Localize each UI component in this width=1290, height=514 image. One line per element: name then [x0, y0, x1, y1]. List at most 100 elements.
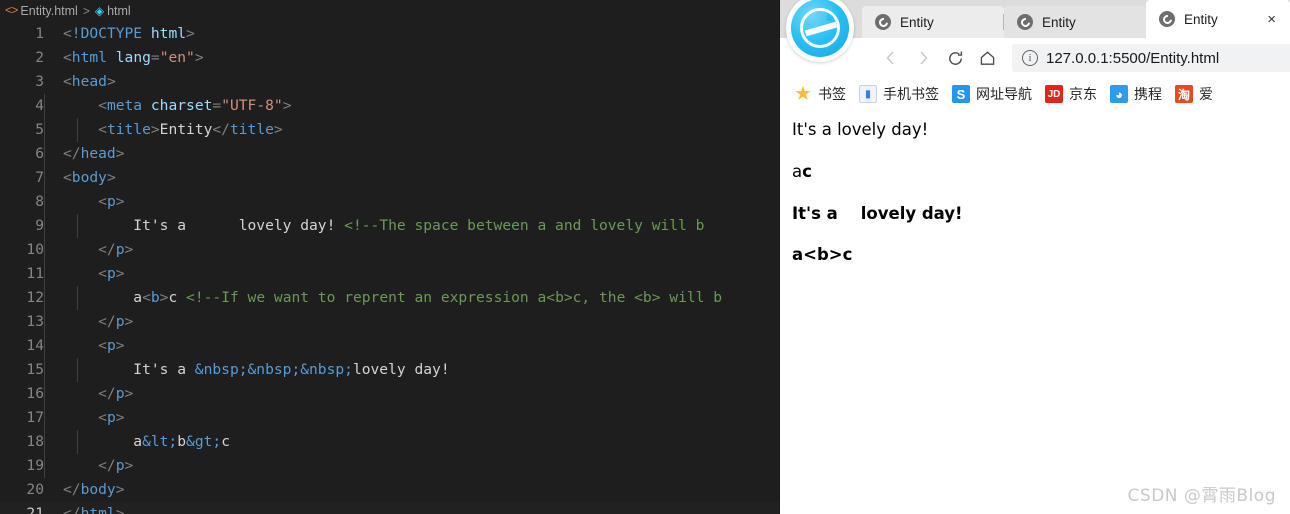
code-token: p [106, 265, 116, 282]
close-icon[interactable]: × [1265, 12, 1278, 27]
code-text: </p> [44, 382, 133, 406]
code-token: </ [63, 145, 81, 162]
tab-favicon-icon [1017, 14, 1034, 30]
code-text: <!DOCTYPE html> [44, 22, 195, 46]
code-token: > [115, 481, 125, 498]
code-token: lovely day! [352, 361, 450, 378]
browser-logo-icon [791, 0, 849, 57]
code-token: <!--The space between a and lovely will … [344, 217, 705, 234]
code-token: < [63, 409, 107, 426]
line-number: 10 [26, 241, 44, 258]
back-button[interactable] [876, 43, 906, 73]
code-token: html [150, 25, 187, 42]
phone-bookmark-icon: ▮ [859, 85, 877, 103]
browser-tab-3-active[interactable]: Entity × [1146, 0, 1290, 38]
code-token: head [71, 73, 107, 90]
breadcrumb-symbol[interactable]: html [107, 4, 131, 18]
bookmark-item[interactable]: S 网址导航 [952, 84, 1038, 104]
code-token: c [168, 289, 187, 306]
code-token: html [80, 505, 116, 514]
browser-tab-2[interactable]: Entity [1004, 6, 1147, 38]
code-text: It's a lovely day! <!--The space between… [44, 214, 704, 238]
home-button[interactable] [972, 43, 1002, 73]
code-token: p [115, 241, 125, 258]
code-token: p [106, 409, 116, 426]
code-text: <meta charset="UTF-8"> [44, 94, 292, 118]
browser-navigation-bar: i 127.0.0.1:5500/Entity.html [780, 38, 1290, 78]
page-paragraph-4: a<b>c [792, 245, 853, 265]
line-number: 4 [35, 97, 44, 114]
bookmark-label: 爱 [1199, 87, 1213, 103]
tab-favicon-icon [875, 14, 891, 30]
code-token: It's a [63, 361, 195, 378]
star-icon: ★ [795, 84, 811, 103]
bookmark-item[interactable]: JD 京东 [1045, 84, 1103, 104]
code-token: > [115, 193, 125, 210]
line-number: 2 [35, 49, 44, 66]
code-text: <p> [44, 406, 125, 430]
bookmark-label: 京东 [1069, 87, 1097, 103]
code-token: <!--If we want to reprent an expression … [186, 289, 723, 306]
code-text: </html> [44, 502, 125, 514]
code-token: = [150, 49, 160, 66]
page-paragraph-1: It's a lovely day! [792, 120, 929, 139]
para2-plain: a [792, 161, 803, 181]
code-token: body [80, 481, 116, 498]
code-token: < [63, 73, 72, 90]
code-token: > [186, 25, 195, 42]
bookmark-label: 手机书签 [883, 87, 939, 103]
code-token: title [106, 121, 151, 138]
code-token: < [63, 169, 72, 186]
taobao-icon: 淘 [1175, 85, 1193, 103]
rendered-page-content: It's a lovely day! ac It's a lovely day!… [780, 110, 1290, 514]
ctrip-icon: ◕ [1110, 85, 1128, 103]
code-token: < [63, 337, 107, 354]
code-token: p [106, 193, 116, 210]
address-bar[interactable]: i 127.0.0.1:5500/Entity.html [1012, 44, 1290, 72]
code-text: a&lt;b&gt;c [44, 430, 230, 454]
code-token: b [177, 433, 187, 450]
browser-window: Entity Entity Entity × i 127.0.0.1:5500/… [780, 0, 1290, 514]
line-number: 11 [26, 265, 44, 282]
code-token: > [124, 313, 134, 330]
code-token: < [63, 25, 72, 42]
code-token: a [63, 289, 143, 306]
line-number: 15 [26, 361, 44, 378]
breadcrumb-separator: > [82, 4, 90, 18]
line-number: 6 [35, 145, 44, 162]
line-number: 14 [26, 337, 44, 354]
page-paragraph-2: ac [792, 162, 1274, 182]
jd-icon: JD [1045, 85, 1063, 103]
code-token: > [150, 121, 160, 138]
code-token: </ [63, 241, 116, 258]
code-token: > [115, 337, 125, 354]
html-file-icon: <> [5, 4, 18, 18]
bookmark-item[interactable]: ★ 书签 [794, 84, 852, 104]
bookmark-item[interactable]: ◕ 携程 [1110, 84, 1168, 104]
code-token: !DOCTYPE [71, 25, 143, 42]
bookmarks-bar: ★ 书签 ▮ 手机书签 S 网址导航 JD 京东 ◕ 携程淘爱 [780, 78, 1290, 110]
line-number: 19 [26, 457, 44, 474]
site-info-icon[interactable]: i [1022, 50, 1038, 66]
reload-button[interactable] [940, 43, 970, 73]
page-paragraph-3: It's a lovely day! [792, 203, 963, 223]
code-token: p [115, 457, 125, 474]
code-token: > [124, 457, 134, 474]
bookmark-label: 书签 [818, 87, 846, 103]
breadcrumb-file[interactable]: Entity.html [20, 4, 77, 18]
nav-site-icon: S [952, 85, 970, 103]
url-text: 127.0.0.1:5500/Entity.html [1046, 49, 1220, 67]
code-token: charset [150, 97, 213, 114]
bookmark-item[interactable]: 淘爱 [1175, 84, 1219, 104]
code-token: > [273, 121, 283, 138]
forward-button[interactable] [908, 43, 938, 73]
code-text: <html lang="en"> [44, 46, 204, 70]
chevron-left-icon [886, 51, 894, 65]
bookmark-item[interactable]: ▮ 手机书签 [859, 84, 945, 104]
code-token: "UTF-8" [221, 97, 283, 114]
browser-tab-1[interactable]: Entity [862, 6, 1005, 38]
code-text: </p> [44, 310, 133, 334]
code-token: a [63, 433, 143, 450]
symbol-cube-icon: ◈ [94, 4, 105, 18]
code-token: > [124, 385, 134, 402]
